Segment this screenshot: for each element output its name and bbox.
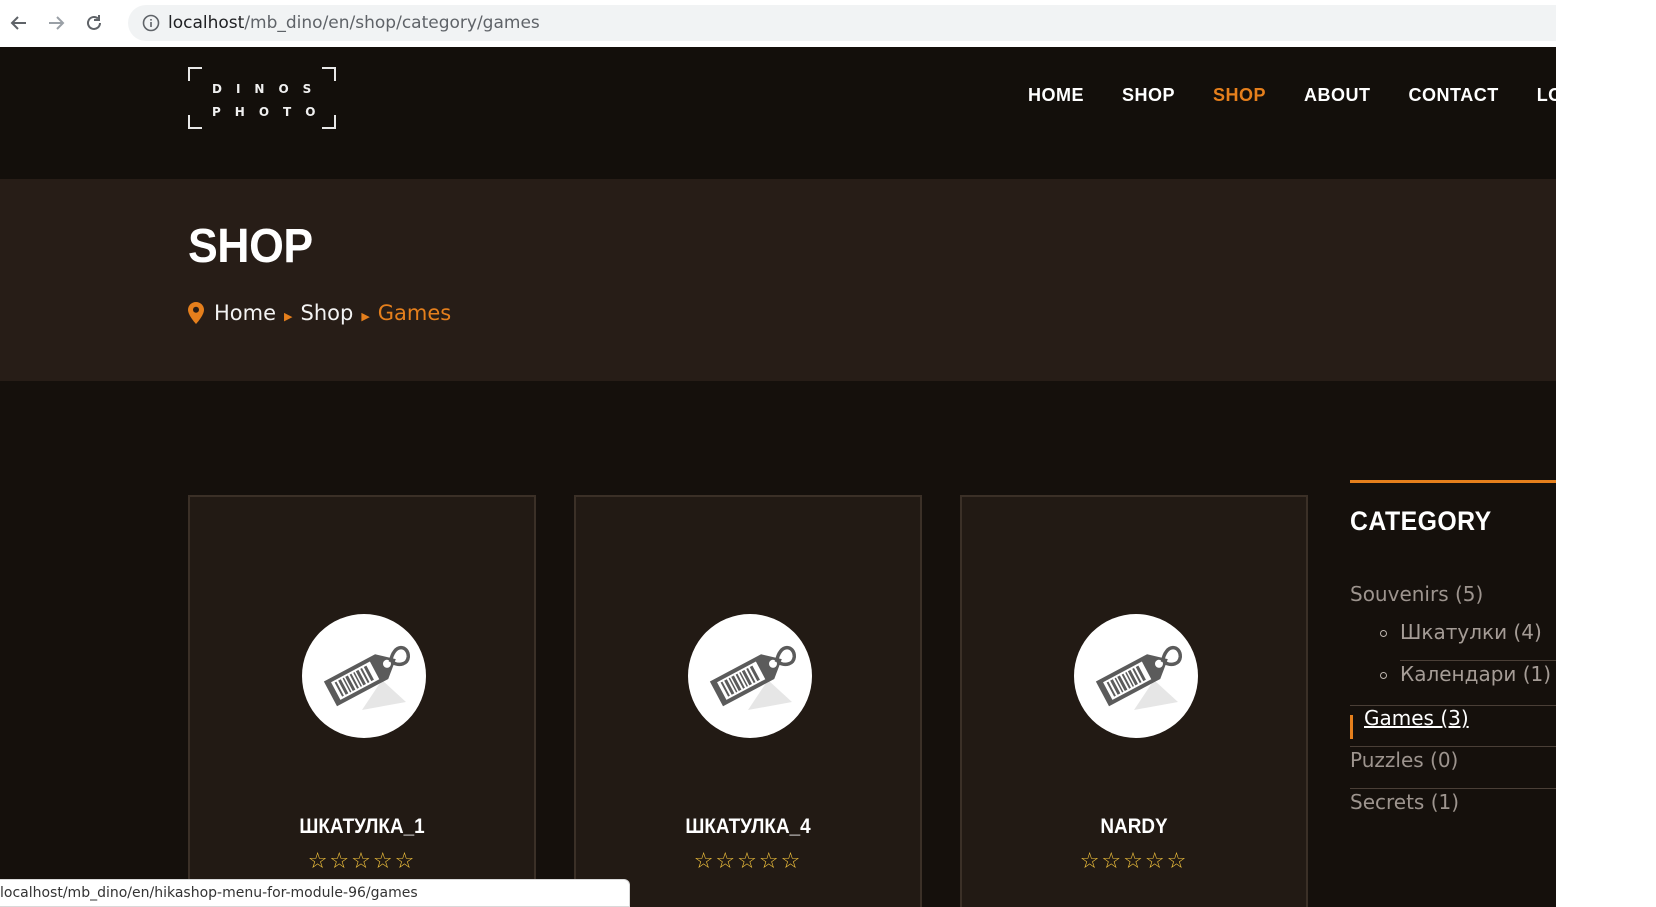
browser-status-bar: localhost/mb_dino/en/hikashop-menu-for-m… [0, 879, 630, 907]
category-divider [1350, 746, 1556, 747]
logo-line-2: PHOTO [212, 105, 330, 119]
category-games[interactable]: Games (3) [1364, 706, 1469, 730]
product-image[interactable] [1074, 614, 1198, 738]
nav-login[interactable]: LOGIN [1537, 85, 1556, 106]
rating-stars: ☆☆☆☆☆ [693, 849, 803, 874]
product-name[interactable]: ШКАТУЛКА_1 [207, 815, 517, 839]
product-image[interactable] [302, 614, 426, 738]
logo-line-1: DINOS [212, 82, 326, 96]
nav-home[interactable]: HOME [1028, 85, 1084, 106]
breadcrumb-separator-icon: ▶ [284, 309, 293, 323]
status-url: localhost/mb_dino/en/hikashop-menu-for-m… [0, 885, 418, 901]
category-divider [1400, 660, 1556, 661]
logo[interactable]: DINOS PHOTO [188, 67, 336, 129]
website: DINOS PHOTO HOME SHOP SHOP ABOUT CONTACT… [0, 47, 1556, 907]
category-shkatulki[interactable]: Шкатулки (4) [1380, 620, 1542, 644]
category-kalendari[interactable]: Календари (1) [1379, 662, 1551, 686]
nav-shop-active[interactable]: SHOP [1213, 85, 1266, 106]
breadcrumb-current: Games [377, 301, 452, 325]
breadcrumb-home[interactable]: Home [214, 301, 276, 325]
sidebar-accent-line [1350, 480, 1556, 483]
main-nav: HOME SHOP SHOP ABOUT CONTACT LOGIN [1028, 85, 1556, 106]
product-card[interactable]: NARDY ☆☆☆☆☆ [960, 495, 1308, 907]
product-card[interactable]: ШКАТУЛКА_1 ☆☆☆☆☆ [188, 495, 536, 907]
breadcrumb-shop[interactable]: Shop [300, 301, 353, 325]
price-tag-icon [323, 645, 411, 710]
page-banner: SHOP Home ▶ Shop ▶ Games [0, 179, 1556, 381]
nav-shop[interactable]: SHOP [1122, 85, 1175, 106]
address-bar[interactable]: localhost/mb_dino/en/shop/category/games [128, 5, 1556, 41]
breadcrumb: Home ▶ Shop ▶ Games [188, 301, 451, 325]
category-puzzles[interactable]: Puzzles (0) [1350, 748, 1458, 772]
price-tag-icon [709, 645, 797, 710]
url-path: /mb_dino/en/shop/category/games [244, 13, 540, 33]
active-category-marker [1350, 715, 1353, 739]
reload-icon[interactable] [81, 10, 107, 36]
price-tag-icon [1095, 645, 1183, 710]
nav-contact[interactable]: CONTACT [1409, 85, 1499, 106]
map-pin-icon [188, 302, 204, 324]
back-arrow-icon[interactable] [6, 10, 32, 36]
breadcrumb-separator-icon: ▶ [361, 309, 370, 323]
nav-about[interactable]: ABOUT [1304, 85, 1371, 106]
url-text[interactable]: localhost/mb_dino/en/shop/category/games [168, 13, 540, 33]
product-name[interactable]: ШКАТУЛКА_4 [593, 815, 903, 839]
category-souvenirs[interactable]: Souvenirs (5) [1350, 582, 1483, 606]
url-host: localhost [168, 13, 245, 33]
product-card[interactable]: ШКАТУЛКА_4 ☆☆☆☆☆ [574, 495, 922, 907]
site-header: DINOS PHOTO HOME SHOP SHOP ABOUT CONTACT… [0, 47, 1556, 179]
product-image[interactable] [688, 614, 812, 738]
product-name[interactable]: NARDY [979, 815, 1289, 839]
category-divider [1350, 788, 1556, 789]
browser-toolbar: localhost/mb_dino/en/shop/category/games [0, 0, 1556, 47]
sidebar-heading: CATEGORY [1350, 506, 1492, 536]
page-title: SHOP [188, 220, 313, 273]
rating-stars: ☆☆☆☆☆ [1079, 849, 1189, 874]
category-secrets[interactable]: Secrets (1) [1350, 790, 1459, 814]
rating-stars: ☆☆☆☆☆ [307, 849, 417, 874]
info-icon[interactable] [142, 14, 160, 32]
forward-arrow-icon[interactable] [43, 10, 69, 36]
